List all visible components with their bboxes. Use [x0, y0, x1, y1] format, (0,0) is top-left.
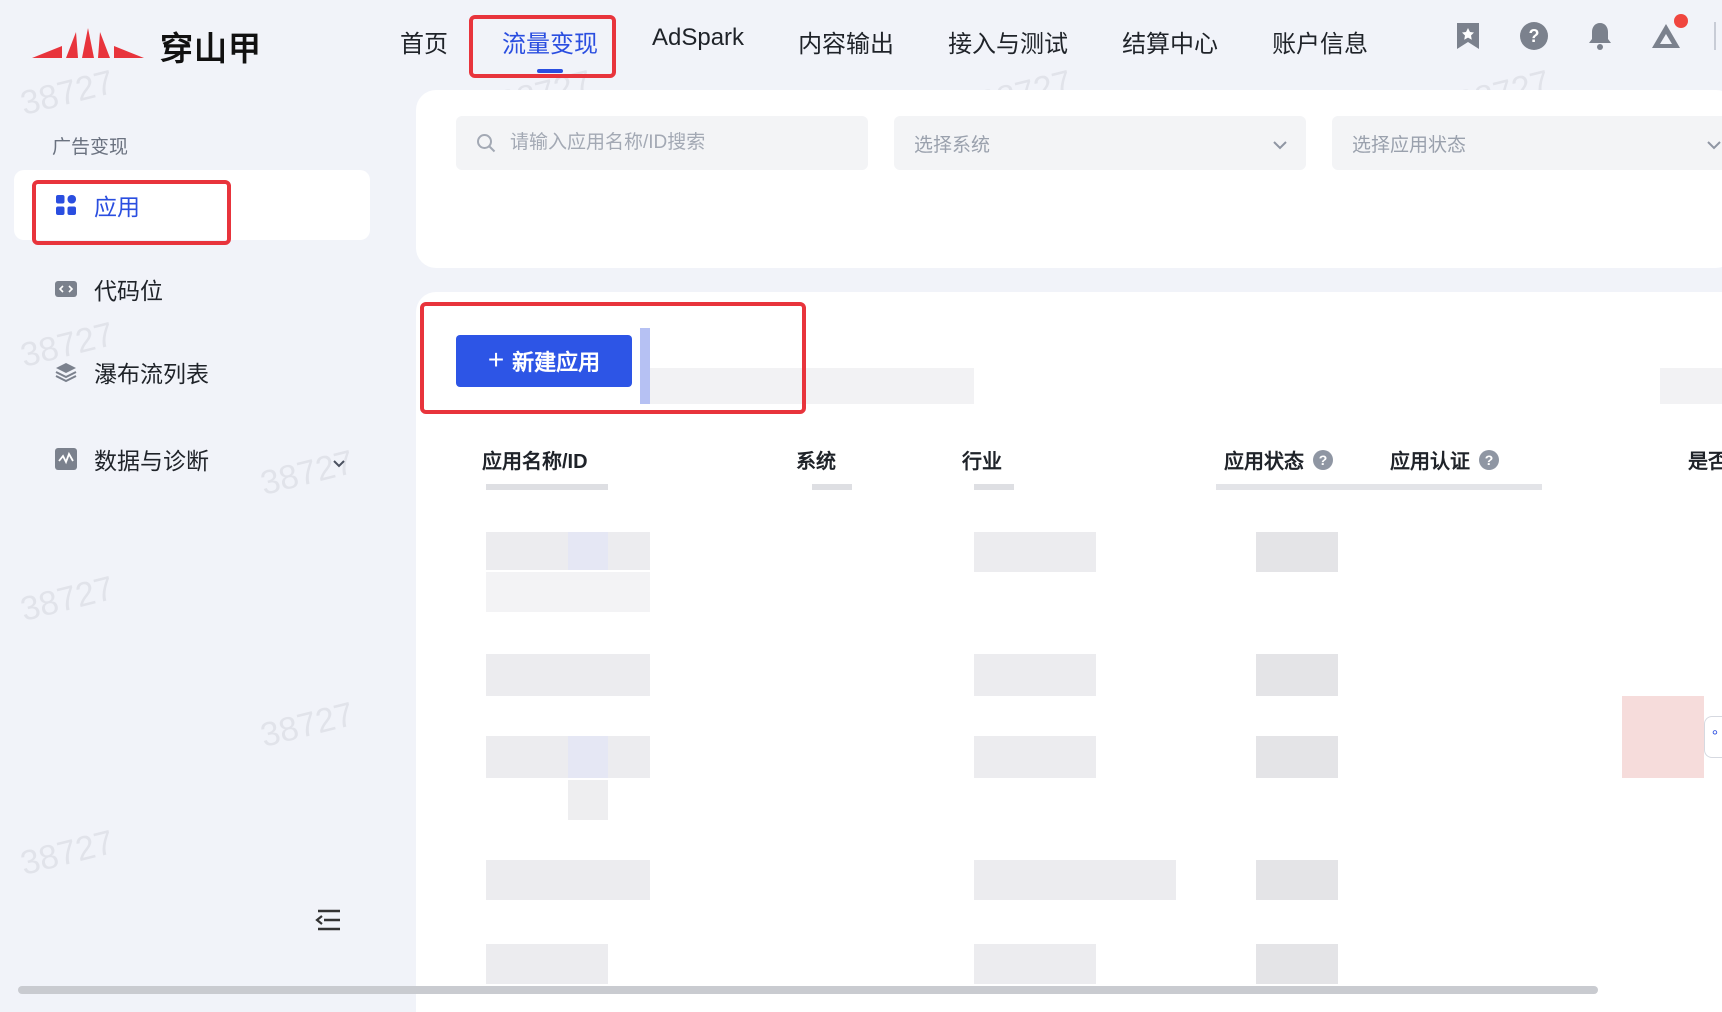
column-header-whether[interactable]: 是否	[1688, 445, 1722, 474]
table-row	[1256, 654, 1338, 696]
nav-content-output[interactable]: 内容输出	[778, 16, 914, 67]
nav-label: 账户信息	[1272, 31, 1369, 58]
column-header-app-certification[interactable]: 应用认证?	[1390, 445, 1499, 474]
column-header-industry[interactable]: 行业	[962, 445, 1002, 474]
blurred-toolbar	[1660, 368, 1722, 404]
sort-bar	[1216, 484, 1542, 490]
nav-label: 内容输出	[798, 31, 895, 58]
table-row	[568, 736, 608, 778]
table-row	[1256, 736, 1338, 778]
table-row	[974, 736, 1096, 778]
sidebar-item-data-diagnosis[interactable]: 数据与诊断	[14, 424, 370, 494]
nav-account[interactable]: 账户信息	[1252, 16, 1388, 67]
column-label: 行业	[962, 451, 1002, 473]
chevron-down-icon	[1272, 134, 1288, 156]
help-icon[interactable]: ?	[1479, 449, 1499, 470]
horizontal-scrollbar[interactable]	[18, 986, 1598, 994]
svg-text:?: ?	[1529, 26, 1540, 46]
sort-bar	[812, 484, 852, 490]
sidebar-item-label: 瀑布流列表	[94, 361, 209, 387]
nav-label: 接入与测试	[948, 31, 1069, 58]
notification-dot	[1674, 14, 1688, 28]
search-icon	[476, 133, 496, 153]
app-search-field[interactable]	[456, 116, 868, 170]
table-row	[974, 654, 1096, 696]
chevron-down-icon[interactable]	[332, 448, 346, 475]
app-status-select[interactable]: 选择应用状态	[1332, 116, 1722, 170]
layers-icon	[54, 360, 78, 384]
status-select-placeholder: 选择应用状态	[1352, 134, 1467, 156]
chart-icon	[54, 447, 78, 471]
help-icon[interactable]: ?	[1516, 18, 1552, 54]
nav-settlement[interactable]: 结算中心	[1102, 16, 1238, 67]
logo-text: 穿山甲	[160, 30, 262, 67]
table-row	[974, 944, 1096, 984]
sidebar-item-waterfall[interactable]: 瀑布流列表	[14, 337, 370, 407]
table-row	[568, 532, 608, 570]
table-row	[974, 532, 1096, 572]
search-input[interactable]	[508, 131, 852, 155]
nav-label: 首页	[400, 31, 448, 58]
collapse-sidebar-icon[interactable]	[314, 908, 342, 937]
system-select-placeholder: 选择系统	[914, 134, 991, 156]
logo[interactable]: 穿山甲	[32, 22, 262, 70]
bell-icon[interactable]	[1582, 18, 1618, 54]
highlight-box-sidebar	[32, 180, 231, 245]
table-row[interactable]	[486, 860, 650, 900]
system-select[interactable]: 选择系统	[894, 116, 1306, 170]
header-divider	[1714, 22, 1716, 50]
column-label: 应用认证	[1390, 451, 1470, 473]
bookmark-icon[interactable]	[1450, 18, 1486, 54]
sidebar-item-label: 代码位	[94, 278, 163, 304]
chevron-down-icon	[1706, 134, 1722, 156]
table-row	[1256, 860, 1338, 900]
pangolin-logo-icon	[32, 28, 144, 58]
user-avatar-icon[interactable]	[1648, 14, 1688, 54]
table-row	[486, 572, 650, 612]
table-row[interactable]	[486, 654, 650, 696]
top-header: 穿山甲 首页 流量变现 AdSpark 内容输出 接入与测试 结算中心 账户信息…	[0, 0, 1722, 84]
table-row	[1622, 696, 1704, 778]
table-row	[568, 780, 608, 820]
filter-panel: 选择系统 选择应用状态	[416, 90, 1722, 268]
nav-adspark[interactable]: AdSpark	[632, 16, 764, 67]
header-actions: ?	[1450, 14, 1722, 54]
nav-label: AdSpark	[652, 24, 745, 51]
sort-bar	[486, 484, 608, 490]
highlight-box-nav	[469, 15, 616, 78]
table-row	[1256, 532, 1338, 572]
column-label: 系统	[796, 451, 836, 473]
column-label: 应用状态	[1224, 451, 1304, 473]
column-header-system[interactable]: 系统	[796, 445, 836, 474]
floating-assistant-icon[interactable]: °	[1704, 716, 1722, 758]
sidebar-group-label: 广告变现	[52, 137, 129, 158]
nav-label: 结算中心	[1122, 31, 1219, 58]
sort-bar	[974, 484, 1014, 490]
column-header-app-name[interactable]: 应用名称/ID	[482, 445, 588, 474]
nav-integration-testing[interactable]: 接入与测试	[928, 16, 1088, 67]
column-header-app-status[interactable]: 应用状态?	[1224, 445, 1333, 474]
sidebar-item-ad-units[interactable]: 代码位	[14, 254, 370, 324]
sidebar-item-label: 数据与诊断	[94, 448, 209, 474]
highlight-box-new-app	[420, 302, 806, 414]
table-row	[1256, 944, 1338, 984]
column-label: 是否	[1688, 451, 1722, 473]
nav-home[interactable]: 首页	[380, 16, 468, 67]
code-icon	[54, 277, 78, 301]
table-row[interactable]	[486, 944, 608, 984]
table-row	[974, 860, 1176, 900]
column-label: 应用名称/ID	[482, 451, 588, 473]
help-icon[interactable]: ?	[1313, 449, 1333, 470]
